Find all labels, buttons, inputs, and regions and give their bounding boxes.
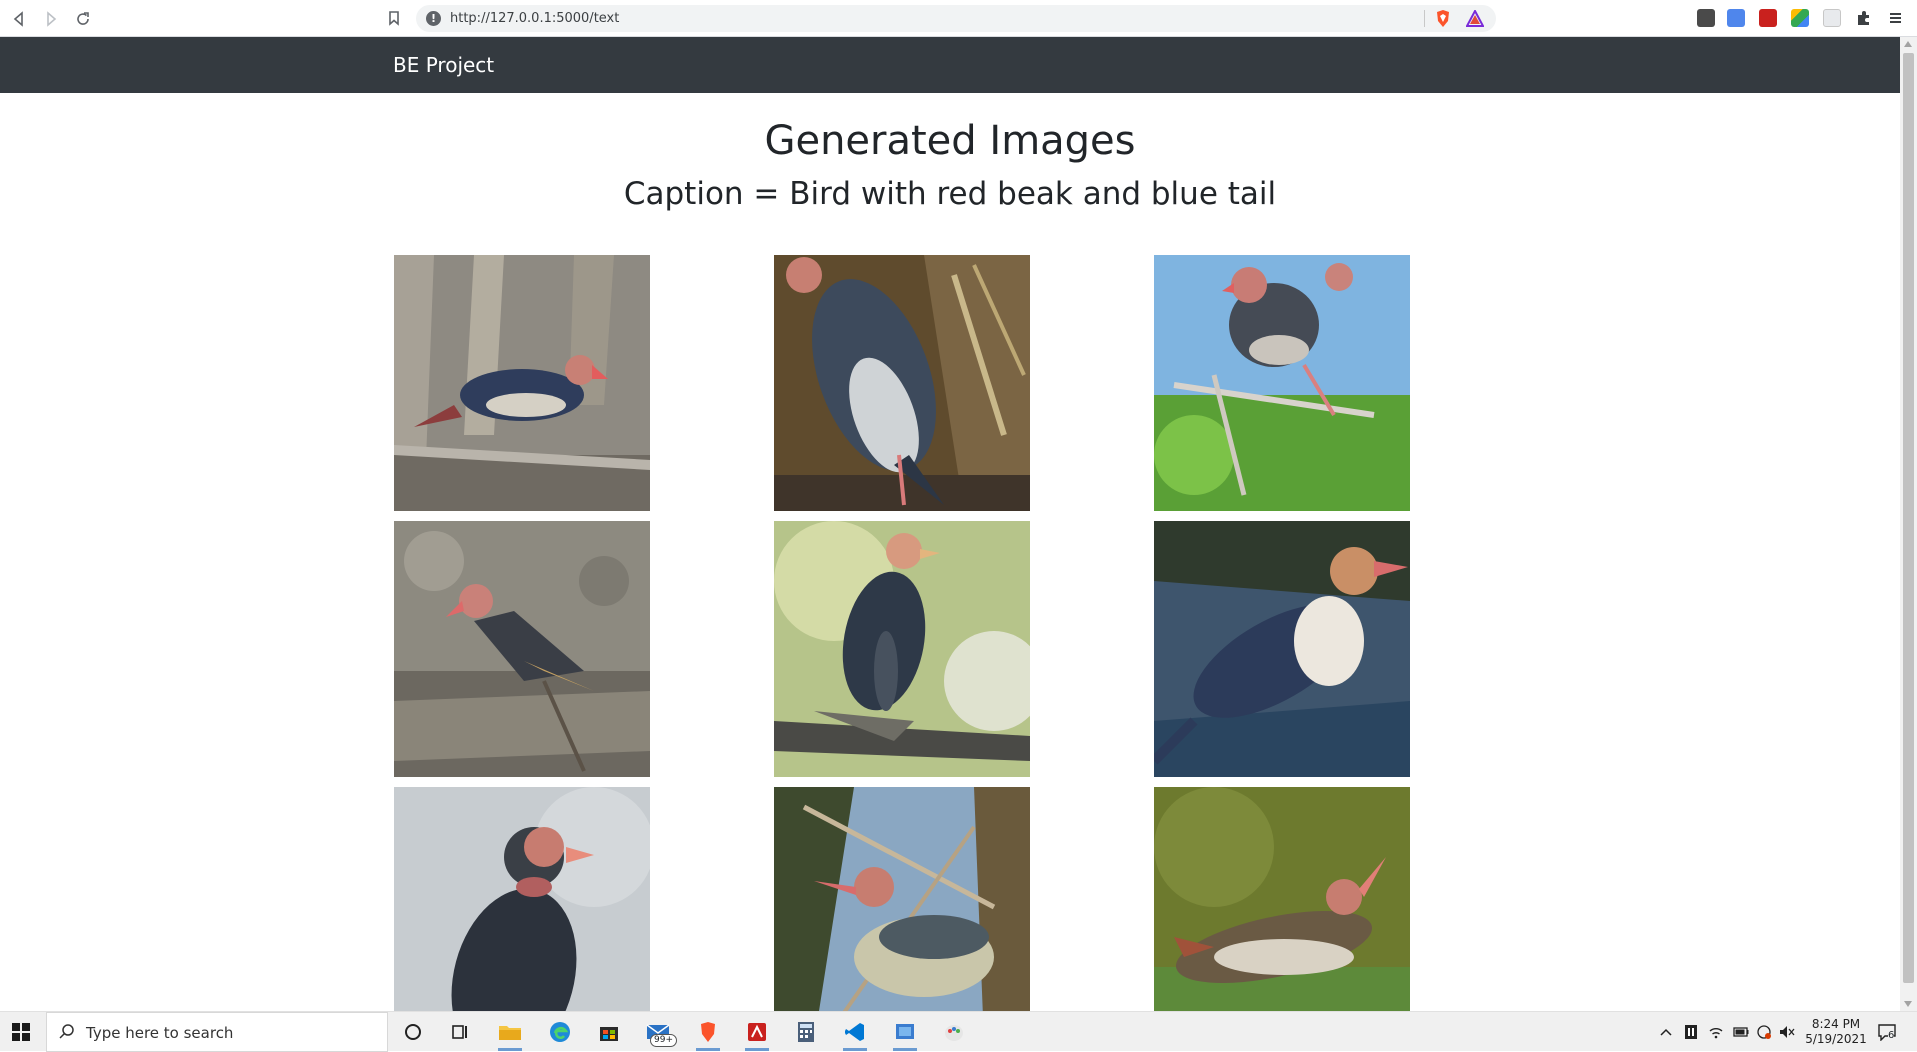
address-bar-divider — [1424, 10, 1425, 27]
drive-extension-icon[interactable] — [1791, 9, 1809, 27]
navbar-brand[interactable]: BE Project — [393, 53, 494, 77]
taskbar-search-box[interactable]: Type here to search — [46, 1012, 388, 1052]
store-icon[interactable] — [596, 1019, 622, 1045]
calculator-icon[interactable] — [793, 1019, 819, 1045]
generated-image-3 — [1154, 255, 1410, 511]
caption-heading: Caption = Bird with red beak and blue ta… — [623, 176, 1277, 212]
page-title: Generated Images — [764, 118, 1136, 164]
forward-icon[interactable] — [40, 8, 62, 30]
scroll-up-icon[interactable] — [1904, 41, 1912, 47]
wifi-icon[interactable] — [1708, 1024, 1724, 1040]
volume-muted-icon[interactable] — [1779, 1024, 1795, 1040]
generated-image-8 — [774, 787, 1030, 1043]
generated-image-5 — [774, 521, 1030, 777]
clock-time: 8:24 PM — [1811, 1017, 1861, 1031]
clock-date: 5/19/2021 — [1805, 1032, 1867, 1046]
generated-image-1 — [394, 255, 650, 511]
back-icon[interactable] — [8, 8, 30, 30]
task-view-icon[interactable] — [447, 1019, 473, 1045]
cloud-sync-icon[interactable] — [1756, 1024, 1772, 1040]
mail-badge: 99+ — [650, 1034, 677, 1047]
generated-image-4 — [394, 521, 650, 777]
acrobat-icon[interactable] — [744, 1019, 770, 1051]
translate-extension-icon[interactable] — [1727, 9, 1745, 27]
notification-center-icon[interactable]: 6 — [1878, 1023, 1896, 1042]
windows-taskbar: Type here to search 99+ 8:24 PM 5/19/202… — [0, 1011, 1917, 1052]
page-scrollbar[interactable] — [1900, 37, 1917, 1011]
battery-icon[interactable] — [1733, 1024, 1749, 1040]
tray-app-icon[interactable] — [1683, 1024, 1699, 1040]
menu-icon[interactable] — [1886, 9, 1904, 27]
site-info-icon[interactable]: ! — [426, 11, 441, 26]
notification-count: 6 — [1888, 1030, 1895, 1041]
search-placeholder: Type here to search — [86, 1024, 234, 1042]
search-icon — [59, 1024, 74, 1039]
pdf-extension-icon[interactable] — [1759, 9, 1777, 27]
generated-image-6 — [1154, 521, 1410, 777]
vscode-icon[interactable] — [842, 1019, 868, 1051]
browser-toolbar: ! http://127.0.0.1:5000/text — [0, 0, 1917, 37]
snipping-tool-icon[interactable] — [892, 1019, 918, 1051]
generated-image-2 — [774, 255, 1030, 511]
file-explorer-icon[interactable] — [497, 1019, 523, 1051]
bookmark-icon[interactable] — [385, 9, 403, 27]
generated-image-9 — [1154, 787, 1410, 1043]
scroll-down-icon[interactable] — [1904, 1001, 1912, 1007]
paint-icon[interactable] — [941, 1019, 967, 1045]
scrollbar-thumb[interactable] — [1903, 53, 1914, 983]
extensions-puzzle-icon[interactable] — [1855, 9, 1873, 27]
chevron-up-icon[interactable] — [1658, 1024, 1674, 1040]
windows-start-icon[interactable] — [12, 1023, 30, 1041]
brave-taskbar-icon[interactable] — [695, 1019, 721, 1051]
brave-rewards-icon[interactable] — [1466, 10, 1484, 27]
url-text[interactable]: http://127.0.0.1:5000/text — [450, 11, 619, 26]
address-bar[interactable]: ! http://127.0.0.1:5000/text — [416, 5, 1496, 32]
brave-shields-icon[interactable] — [1434, 9, 1452, 28]
system-clock[interactable]: 8:24 PM 5/19/2021 — [1805, 1017, 1867, 1047]
extension-pen-icon[interactable] — [1697, 9, 1715, 27]
edge-browser-icon[interactable] — [547, 1019, 573, 1045]
cortana-icon[interactable] — [400, 1019, 426, 1045]
navbar: BE Project — [0, 37, 1900, 93]
generated-image-7 — [394, 787, 650, 1043]
blank-extension-icon[interactable] — [1823, 9, 1841, 27]
reload-icon[interactable] — [72, 8, 94, 30]
